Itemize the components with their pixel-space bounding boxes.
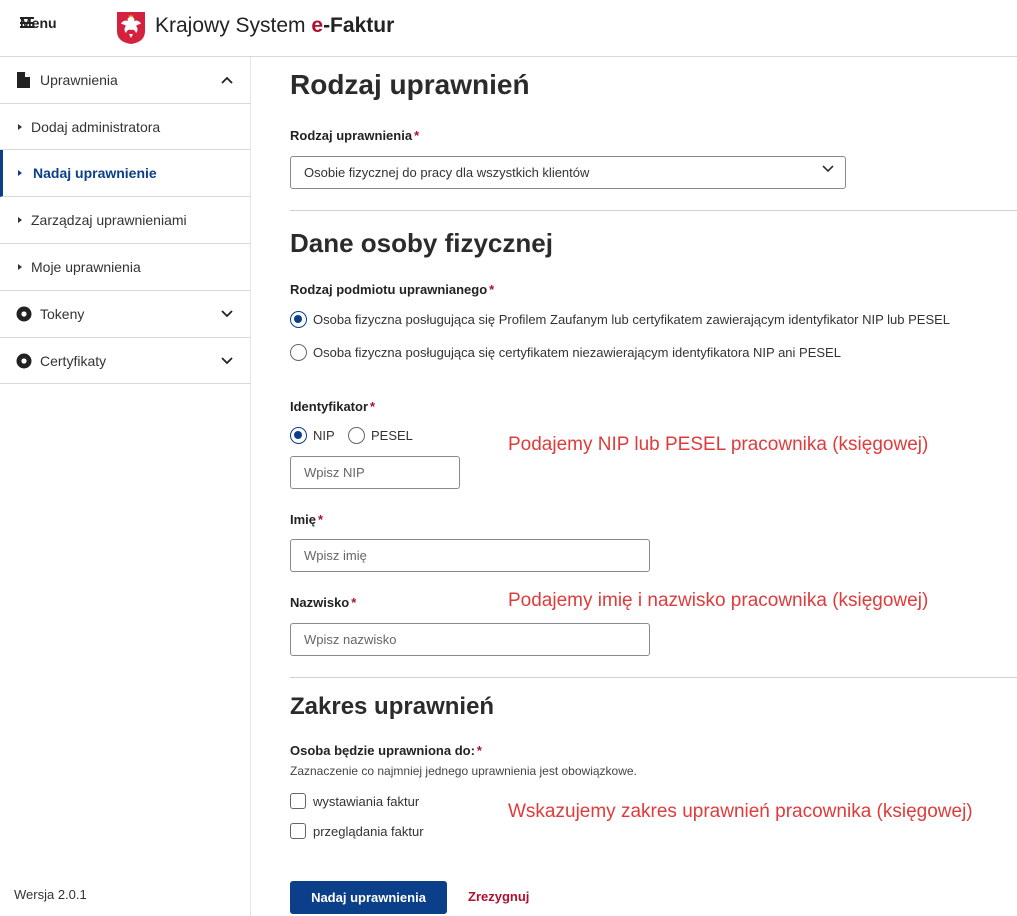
first-name-label: Imię *	[290, 512, 323, 527]
sidebar-item-dodaj-administratora[interactable]: Dodaj administratora	[0, 104, 250, 150]
checkbox[interactable]	[290, 793, 306, 809]
required-mark: *	[318, 512, 324, 527]
scope-option-view-invoices[interactable]: przeglądania faktur	[290, 823, 424, 839]
last-name-input[interactable]	[290, 623, 650, 656]
sidebar-item-label: Tokeny	[40, 306, 85, 322]
permission-type-label: Rodzaj uprawnienia *	[290, 128, 419, 143]
section-divider	[290, 210, 1017, 211]
identifier-label: Identyfikator *	[290, 399, 375, 414]
nip-input[interactable]	[290, 456, 460, 489]
section-title-person-data: Dane osoby fizycznej	[290, 228, 553, 258]
radio-label: PESEL	[371, 428, 413, 443]
subject-option-profile[interactable]: Osoba fizyczna posługująca się Profilem …	[290, 311, 950, 328]
sidebar: Uprawnienia Dodaj administratora Nadaj u…	[0, 57, 251, 916]
radio-unselected[interactable]	[348, 427, 365, 444]
brand-suffix: -Faktur	[323, 14, 395, 37]
app-version: Wersja 2.0.1	[14, 887, 87, 902]
brand-accent: e	[311, 14, 324, 37]
scope-label: Osoba będzie uprawniona do: *	[290, 743, 482, 758]
required-mark: *	[351, 595, 357, 610]
scope-option-issue-invoices[interactable]: wystawiania faktur	[290, 793, 419, 809]
annotation-identifier: Podajemy NIP lub PESEL pracownika (księg…	[508, 434, 929, 455]
radio-label: Osoba fizyczna posługująca się certyfika…	[313, 345, 841, 360]
circle-icon	[16, 306, 32, 322]
brand-prefix: Krajowy System	[155, 14, 312, 37]
menu-label: Menu	[20, 14, 57, 31]
sidebar-item-label: Dodaj administratora	[31, 118, 161, 135]
permission-type-label-text: Rodzaj uprawnienia	[290, 128, 413, 143]
sidebar-item-uprawnienia[interactable]: Uprawnienia	[0, 57, 250, 104]
chevron-down-icon	[221, 310, 233, 318]
section-divider	[290, 677, 1017, 678]
sidebar-item-label: Moje uprawnienia	[31, 259, 141, 275]
checkbox[interactable]	[290, 823, 306, 839]
bullet-triangle-icon	[18, 170, 22, 176]
last-name-label: Nazwisko *	[290, 595, 356, 610]
identifier-option-pesel[interactable]: PESEL	[348, 427, 413, 444]
submit-button[interactable]: Nadaj uprawnienia	[290, 881, 447, 914]
page-title: Rodzaj uprawnień	[290, 69, 530, 100]
sidebar-item-moje-uprawnienia[interactable]: Moje uprawnienia	[0, 244, 250, 291]
permission-type-select[interactable]: Osobie fizycznej do pracy dla wszystkich…	[290, 156, 846, 189]
first-name-input[interactable]	[290, 539, 650, 572]
permission-type-value: Osobie fizycznej do pracy dla wszystkich…	[304, 165, 590, 180]
chevron-down-icon	[822, 165, 834, 173]
sidebar-item-nadaj-uprawnienie[interactable]: Nadaj uprawnienie	[0, 150, 250, 197]
scope-hint: Zaznaczenie co najmniej jednego uprawnie…	[290, 764, 637, 778]
annotation-scope: Wskazujemy zakres uprawnień pracownika (…	[508, 801, 973, 822]
sidebar-item-zarzadzaj-uprawnieniami[interactable]: Zarządzaj uprawnieniami	[0, 197, 250, 244]
required-mark: *	[370, 399, 376, 414]
document-icon	[17, 72, 30, 88]
required-mark: *	[476, 743, 482, 758]
app-header: Menu Krajowy System e-Faktur	[0, 0, 1017, 57]
sidebar-item-label: Nadaj uprawnienie	[33, 165, 157, 181]
chevron-up-icon	[221, 76, 233, 84]
first-name-label-text: Imię	[290, 512, 317, 527]
subject-type-label: Rodzaj podmiotu uprawnianego *	[290, 282, 494, 297]
radio-unselected[interactable]	[290, 344, 307, 361]
bullet-triangle-icon	[18, 217, 22, 223]
subject-type-label-text: Rodzaj podmiotu uprawnianego	[290, 282, 488, 297]
bullet-triangle-icon	[18, 123, 22, 130]
cancel-button[interactable]: Zrezygnuj	[468, 889, 529, 904]
eagle-emblem-icon	[117, 12, 145, 44]
checkbox-label: wystawiania faktur	[313, 793, 420, 809]
subject-option-certificate[interactable]: Osoba fizyczna posługująca się certyfika…	[290, 344, 841, 361]
radio-label: NIP	[313, 428, 335, 443]
required-mark: *	[414, 128, 420, 143]
sidebar-item-label: Zarządzaj uprawnieniami	[31, 212, 187, 228]
radio-selected[interactable]	[290, 427, 307, 444]
bullet-triangle-icon	[18, 264, 22, 270]
radio-label: Osoba fizyczna posługująca się Profilem …	[313, 312, 951, 327]
section-title-scope: Zakres uprawnień	[290, 693, 495, 720]
sidebar-item-label: Certyfikaty	[40, 352, 107, 369]
app-title: Krajowy System e-Faktur	[155, 14, 394, 38]
required-mark: *	[489, 282, 495, 297]
menu-button[interactable]: Menu	[20, 15, 57, 31]
circle-icon	[16, 353, 32, 368]
sidebar-item-certyfikaty[interactable]: Certyfikaty	[0, 338, 250, 384]
checkbox-label: przeglądania faktur	[313, 823, 424, 839]
last-name-label-text: Nazwisko	[290, 595, 350, 610]
sidebar-item-tokeny[interactable]: Tokeny	[0, 291, 250, 338]
sidebar-item-label: Uprawnienia	[40, 72, 118, 88]
chevron-down-icon	[221, 356, 233, 364]
identifier-label-text: Identyfikator	[290, 399, 369, 414]
annotation-name: Podajemy imię i nazwisko pracownika (ksi…	[508, 590, 929, 611]
identifier-option-nip[interactable]: NIP	[290, 427, 335, 444]
scope-label-text: Osoba będzie uprawniona do:	[290, 743, 475, 758]
radio-selected[interactable]	[290, 311, 307, 328]
